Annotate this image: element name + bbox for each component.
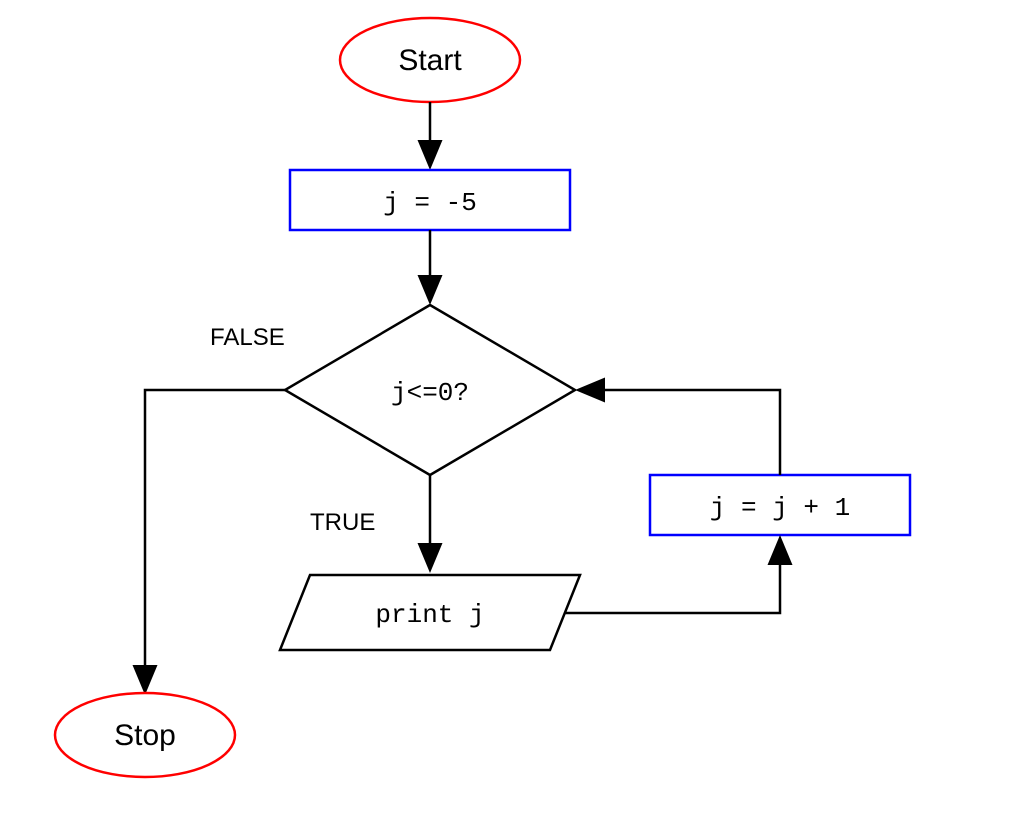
start-label: Start — [398, 44, 462, 77]
arrow-print-increment — [565, 540, 780, 613]
flowchart-canvas: Start j = -5 j<=0? FALSE Stop TRUE print… — [0, 0, 1024, 824]
stop-label: Stop — [114, 719, 176, 752]
init-label: j = -5 — [383, 188, 477, 218]
arrow-false-stop — [145, 390, 285, 690]
print-label: print j — [375, 600, 484, 630]
increment-label: j = j + 1 — [710, 493, 850, 523]
false-label: FALSE — [210, 324, 285, 351]
true-label: TRUE — [310, 509, 375, 536]
decision-label: j<=0? — [391, 378, 469, 408]
arrow-increment-decision — [580, 390, 780, 475]
